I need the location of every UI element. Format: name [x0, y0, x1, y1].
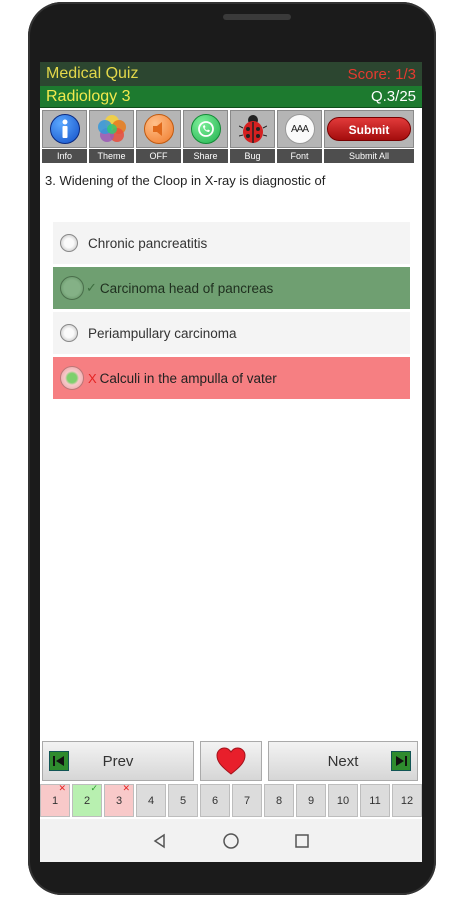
- page-button-6[interactable]: 6: [200, 784, 230, 817]
- page-number: 6: [211, 794, 219, 807]
- next-button[interactable]: Next: [268, 741, 418, 781]
- page-button-2[interactable]: ✓ 2: [72, 783, 102, 817]
- font-label: Font: [277, 149, 322, 163]
- back-icon[interactable]: [152, 833, 168, 849]
- option-text: Carcinoma head of pancreas: [99, 280, 274, 296]
- submit-button[interactable]: Submit: [327, 117, 411, 141]
- page-button-11[interactable]: 11: [360, 784, 390, 817]
- option-text: Calculi in the ampulla of vater: [99, 370, 277, 386]
- page-button-7[interactable]: 7: [232, 784, 262, 817]
- recents-icon[interactable]: [294, 833, 310, 849]
- radio-button-icon[interactable]: [60, 234, 78, 252]
- page-number: 11: [369, 794, 381, 807]
- check-icon: ✓: [90, 783, 98, 793]
- wrong-x-icon: ✕: [122, 783, 130, 793]
- app-title: Medical Quiz: [46, 65, 139, 82]
- page-number: 7: [243, 794, 251, 807]
- page-number: 12: [400, 794, 414, 807]
- page-button-5[interactable]: 5: [168, 784, 198, 817]
- option-2[interactable]: ✓ Carcinoma head of pancreas: [53, 267, 410, 309]
- page-button-9[interactable]: 9: [296, 784, 326, 817]
- theme-label: Theme: [89, 149, 134, 163]
- option-text: Periampullary carcinoma: [88, 325, 237, 341]
- radio-button-selected-icon[interactable]: [60, 366, 84, 390]
- prev-button[interactable]: Prev: [42, 741, 194, 781]
- page-number: 5: [179, 794, 187, 807]
- page-button-1[interactable]: ✕ 1: [40, 783, 70, 817]
- toolbar: Info Theme OFF Share Bug AAA Font Submit…: [40, 108, 422, 164]
- app-screen: Medical Quiz Score: 1/3 Radiology 3 Q.3/…: [40, 62, 422, 862]
- home-icon[interactable]: [222, 832, 240, 850]
- bug-label: Bug: [230, 149, 275, 163]
- page-number: 2: [83, 794, 91, 807]
- skip-first-icon[interactable]: [49, 751, 69, 771]
- question-text: 3. Widening of the Cloop in X-ray is dia…: [45, 173, 326, 188]
- sound-toggle-button[interactable]: OFF: [136, 110, 181, 164]
- heart-icon: [216, 747, 246, 775]
- skip-last-icon[interactable]: [391, 751, 411, 771]
- phone-speaker: [223, 14, 291, 20]
- page-button-12[interactable]: 12: [392, 784, 422, 817]
- page-number: 1: [51, 794, 59, 807]
- answer-options: Chronic pancreatitis ✓ Carcinoma head of…: [53, 222, 410, 402]
- option-3[interactable]: Periampullary carcinoma: [53, 312, 410, 354]
- question-counter: Q.3/25: [370, 88, 416, 105]
- android-nav-bar: [40, 819, 422, 862]
- page-button-8[interactable]: 8: [264, 784, 294, 817]
- whatsapp-icon: [190, 114, 221, 144]
- question-page-strip: ✕ 1 ✓ 2 ✕ 3 4 5 6 7 8 9 10 11 12: [40, 783, 422, 817]
- favorite-button[interactable]: [200, 741, 262, 781]
- font-size-icon: AAA: [284, 114, 315, 144]
- info-icon: [49, 114, 80, 144]
- title-bar: Medical Quiz Score: 1/3: [40, 62, 422, 86]
- page-number: 9: [307, 794, 315, 807]
- option-1[interactable]: Chronic pancreatitis: [53, 222, 410, 264]
- info-label: Info: [42, 149, 87, 163]
- radio-button-icon[interactable]: [60, 276, 84, 300]
- question-navigation: Prev Next: [42, 741, 420, 781]
- correct-check-icon: ✓: [86, 280, 97, 295]
- sound-label: OFF: [136, 149, 181, 163]
- page-number: 3: [115, 794, 123, 807]
- ladybug-icon: [238, 115, 267, 143]
- theme-button[interactable]: Theme: [89, 110, 134, 164]
- submit-all-button[interactable]: Submit Submit All: [324, 110, 414, 164]
- share-label: Share: [183, 149, 228, 163]
- wrong-x-icon: X: [88, 370, 97, 386]
- radio-button-icon[interactable]: [60, 324, 78, 342]
- submit-all-label: Submit All: [324, 149, 414, 163]
- font-icon-text: AAA: [290, 123, 309, 135]
- share-button[interactable]: Share: [183, 110, 228, 164]
- page-button-10[interactable]: 10: [328, 784, 358, 817]
- page-button-4[interactable]: 4: [136, 784, 166, 817]
- page-button-3[interactable]: ✕ 3: [104, 783, 134, 817]
- option-4[interactable]: X Calculi in the ampulla of vater: [53, 357, 410, 399]
- subject-title: Radiology 3: [46, 87, 131, 105]
- page-number: 10: [336, 794, 350, 807]
- wrong-x-icon: ✕: [58, 783, 66, 793]
- subject-bar: Radiology 3 Q.3/25: [40, 86, 422, 108]
- font-size-button[interactable]: AAA Font: [277, 110, 322, 164]
- option-text: Chronic pancreatitis: [88, 235, 208, 251]
- score-text: Score: 1/3: [347, 65, 416, 83]
- bug-report-button[interactable]: Bug: [230, 110, 275, 164]
- info-button[interactable]: Info: [42, 110, 87, 164]
- page-number: 4: [147, 794, 155, 807]
- page-number: 8: [275, 794, 283, 807]
- theme-icon: [97, 115, 126, 142]
- speaker-icon: [143, 114, 174, 144]
